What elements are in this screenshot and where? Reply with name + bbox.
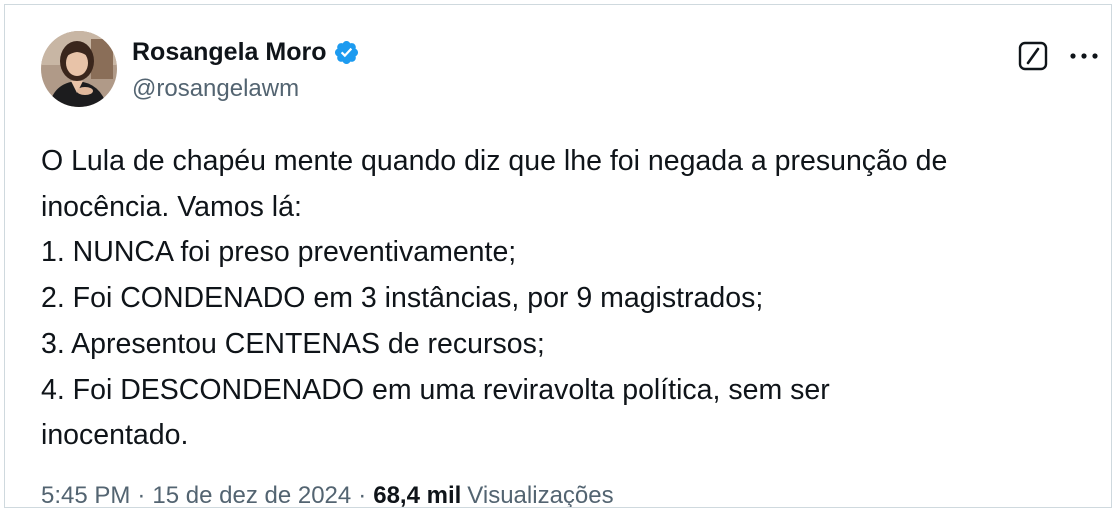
meta-separator: · bbox=[137, 482, 146, 508]
tweet-line: 1. NUNCA foi preso preventivamente; bbox=[41, 236, 517, 269]
meta-separator: · bbox=[358, 482, 367, 508]
author-display-name[interactable]: Rosangela Moro bbox=[132, 38, 326, 67]
tweet-metadata: 5:45 PM · 15 de dez de 2024 · 68,4 mil V… bbox=[41, 482, 614, 508]
tweet-line: 2. Foi CONDENADO em 3 instâncias, por 9 … bbox=[41, 282, 764, 315]
tweet-line: O Lula de chapéu mente quando diz que lh… bbox=[41, 145, 948, 177]
author-name-row: Rosangela Moro bbox=[132, 35, 360, 69]
avatar-image bbox=[41, 31, 117, 107]
views-count[interactable]: 68,4 mil bbox=[373, 482, 461, 507]
tweet-card: Rosangela Moro @rosangelawm O Lula de ch… bbox=[4, 4, 1112, 508]
views-label[interactable]: Visualizações bbox=[467, 482, 613, 507]
tweet-line: 4. Foi DESCONDENADO em uma reviravolta p… bbox=[41, 373, 830, 406]
tweet-time[interactable]: 5:45 PM bbox=[41, 482, 130, 507]
tweet-text: O Lula de chapéu mente quando diz que lh… bbox=[41, 139, 1091, 459]
tweet-date[interactable]: 15 de dez de 2024 bbox=[152, 482, 351, 507]
tweet-line: inocência. Vamos lá: bbox=[41, 190, 302, 223]
author-handle[interactable]: @rosangelawm bbox=[132, 75, 299, 103]
tweet-line: 3. Apresentou CENTENAS de recursos; bbox=[41, 327, 545, 360]
verified-badge-icon[interactable] bbox=[333, 39, 360, 66]
grok-icon[interactable] bbox=[1018, 41, 1048, 71]
more-icon[interactable] bbox=[1067, 41, 1101, 71]
tweet-line: inocentado. bbox=[41, 419, 189, 452]
avatar[interactable] bbox=[41, 31, 117, 107]
